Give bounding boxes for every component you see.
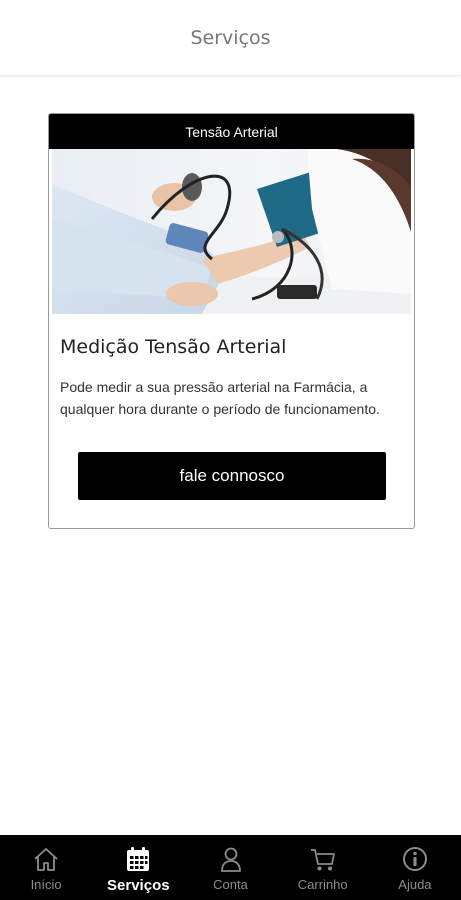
blood-pressure-photo <box>52 149 411 314</box>
contact-us-button[interactable]: fale connosco <box>78 452 386 500</box>
cart-icon <box>308 844 338 874</box>
bottom-tab-bar: Início Serviços Conta Carrinho Ajuda <box>0 835 461 900</box>
info-icon <box>400 844 430 874</box>
user-icon <box>216 844 246 874</box>
page-title: Serviços <box>190 26 271 49</box>
tab-inicio[interactable]: Início <box>0 835 92 900</box>
tab-label: Conta <box>213 877 248 892</box>
tab-label: Carrinho <box>297 877 348 892</box>
service-card: Tensão Arterial Medição Tensão Arterial … <box>48 113 415 529</box>
tab-label: Ajuda <box>398 877 432 892</box>
card-badge: Tensão Arterial <box>49 114 414 149</box>
home-icon <box>31 844 61 874</box>
card-description: Pode medir a sua pressão arterial na Far… <box>60 379 380 417</box>
tab-label: Serviços <box>107 877 170 894</box>
tab-label: Início <box>30 877 62 892</box>
app-header: Serviços <box>0 0 461 76</box>
blood-pressure-illustration <box>52 149 411 314</box>
tab-servicos[interactable]: Serviços <box>92 835 184 900</box>
tab-carrinho[interactable]: Carrinho <box>277 835 369 900</box>
calendar-icon <box>123 844 153 874</box>
tab-ajuda[interactable]: Ajuda <box>369 835 461 900</box>
tab-conta[interactable]: Conta <box>184 835 276 900</box>
card-title: Medição Tensão Arterial <box>60 336 287 358</box>
